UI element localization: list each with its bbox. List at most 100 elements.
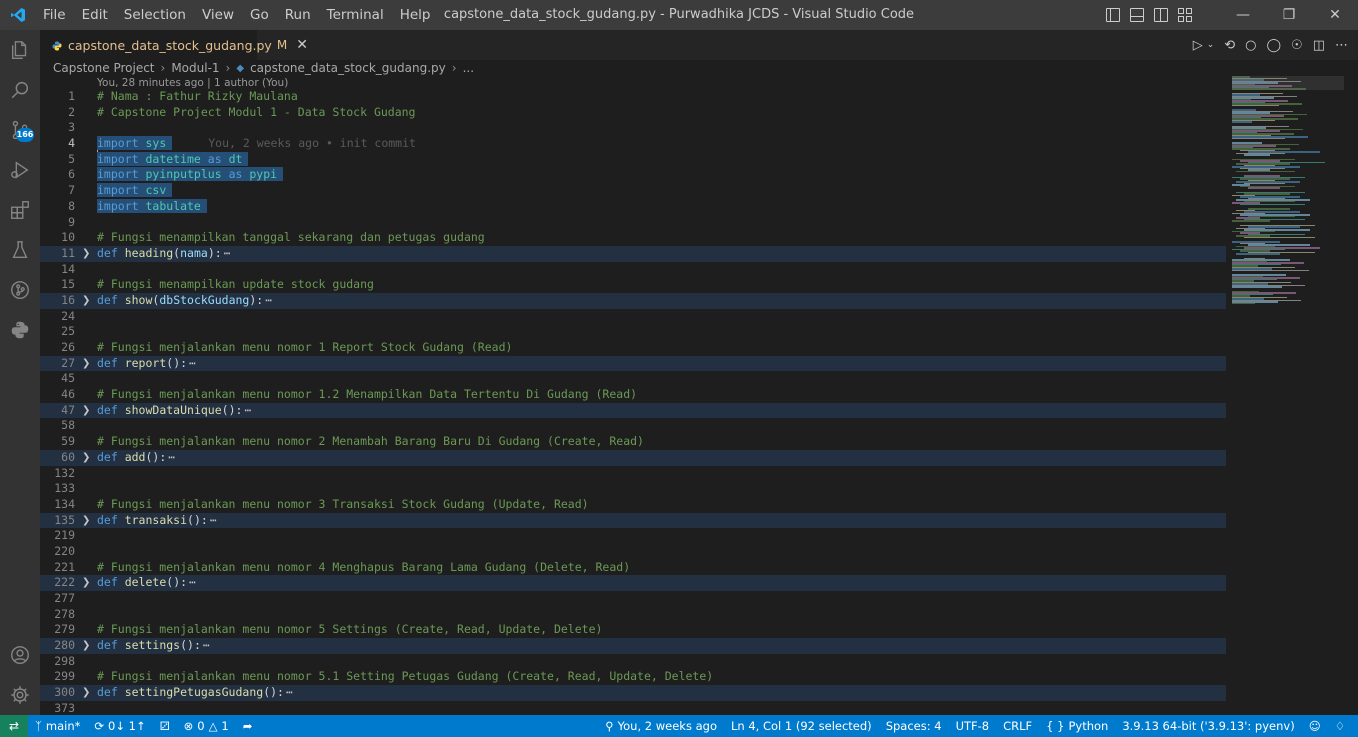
next-change-icon[interactable]: ◯ [1266, 38, 1281, 53]
fold-chevron-icon[interactable]: ❯ [82, 403, 90, 419]
previous-change-icon[interactable]: ○ [1245, 38, 1256, 53]
code-line[interactable]: 10 # Fungsi menampilkan tanggal sekarang … [40, 230, 1226, 246]
code-line[interactable]: 59 # Fungsi menjalankan menu nomor 2 Mena… [40, 434, 1226, 450]
more-actions-icon[interactable]: ⋯ [1335, 38, 1348, 53]
code-line[interactable]: 11 ❯ def heading(nama): ⋯ [40, 245, 1226, 262]
menu-run[interactable]: Run [277, 0, 319, 30]
code-editor[interactable]: 1 # Nama : Fathur Rizky Maulana 2 # Capston… [40, 89, 1226, 717]
settings-gear-icon[interactable] [0, 675, 40, 715]
explorer-icon[interactable] [0, 30, 40, 70]
code-line[interactable]: 298 [40, 654, 1226, 670]
problems-indicator[interactable]: ⊗ 0 △ 1 [177, 719, 236, 733]
open-changes-icon[interactable]: ⟲ [1224, 38, 1235, 53]
code-line[interactable]: 278 [40, 607, 1226, 623]
code-line[interactable]: 1 # Nama : Fathur Rizky Maulana [40, 89, 1226, 105]
breadcrumb-item[interactable]: Modul-1 [171, 61, 219, 75]
branch-indicator[interactable]: ᛉ main* [28, 719, 87, 733]
git-graph-icon[interactable] [0, 270, 40, 310]
code-line[interactable]: 7 import csv [40, 183, 1226, 199]
menu-edit[interactable]: Edit [74, 0, 116, 30]
toggle-secondary-sidebar-icon[interactable] [1154, 8, 1168, 22]
editor-scrollbar[interactable] [1344, 60, 1358, 715]
menu-terminal[interactable]: Terminal [319, 0, 392, 30]
code-line[interactable]: 27 ❯ def report(): ⋯ [40, 355, 1226, 372]
code-line[interactable]: 9 [40, 215, 1226, 231]
code-line[interactable]: 46 # Fungsi menjalankan menu nomor 1.2 Me… [40, 387, 1226, 403]
restore-button[interactable]: ❐ [1266, 0, 1312, 30]
fold-chevron-icon[interactable]: ❯ [82, 293, 90, 309]
feedback-icon[interactable]: ☺ [1302, 719, 1328, 733]
python-interpreter[interactable]: 3.9.13 64-bit ('3.9.13': pyenv) [1115, 719, 1301, 733]
breadcrumb-item[interactable]: ... [463, 61, 474, 75]
breadcrumb-item[interactable]: Capstone Project [53, 61, 155, 75]
search-icon[interactable] [0, 70, 40, 110]
menu-selection[interactable]: Selection [116, 0, 194, 30]
breadcrumb-item[interactable]: capstone_data_stock_gudang.py [250, 61, 446, 75]
run-python-file-icon[interactable]: ▷ [1193, 38, 1203, 53]
code-line[interactable]: 2 # Capstone Project Modul 1 - Data Stock… [40, 105, 1226, 121]
code-line[interactable]: 8 import tabulate [40, 198, 1226, 215]
cursor-position[interactable]: Ln 4, Col 1 (92 selected) [724, 719, 879, 733]
code-line[interactable]: 133 [40, 481, 1226, 497]
toggle-primary-sidebar-icon[interactable] [1106, 8, 1120, 22]
fold-chevron-icon[interactable]: ❯ [82, 575, 90, 591]
fold-chevron-icon[interactable]: ❯ [82, 450, 90, 466]
menu-view[interactable]: View [194, 0, 242, 30]
code-line[interactable]: 300 ❯ def settingPetugasGudang(): ⋯ [40, 685, 1226, 701]
code-line[interactable]: 220 [40, 544, 1226, 560]
editor-tab[interactable]: capstone_data_stock_gudang.py M ✕ [40, 30, 308, 60]
end-of-line[interactable]: CRLF [996, 719, 1039, 733]
fold-chevron-icon[interactable]: ❯ [82, 685, 90, 701]
run-debug-icon[interactable] [0, 150, 40, 190]
fold-chevron-icon[interactable]: ❯ [82, 638, 90, 654]
git-graph-status[interactable]: ⚂ [153, 719, 177, 733]
code-line[interactable]: 221 # Fungsi menjalankan menu nomor 4 Men… [40, 560, 1226, 576]
code-line[interactable]: 299 # Fungsi menjalankan menu nomor 5.1 S… [40, 669, 1226, 685]
extensions-icon[interactable] [0, 190, 40, 230]
indentation[interactable]: Spaces: 4 [879, 719, 949, 733]
encoding[interactable]: UTF-8 [949, 719, 997, 733]
code-line[interactable]: 6 import pyinputplus as pypi [40, 167, 1226, 183]
minimize-button[interactable]: — [1220, 0, 1266, 30]
split-editor-icon[interactable]: ◫ [1313, 38, 1325, 53]
toggle-panel-icon[interactable] [1130, 8, 1144, 22]
customize-layout-icon[interactable] [1178, 8, 1192, 22]
close-window-button[interactable]: ✕ [1312, 0, 1358, 30]
code-line[interactable]: 134 # Fungsi menjalankan menu nomor 3 Tra… [40, 497, 1226, 513]
sync-indicator[interactable]: ⟳ 0↓ 1↑ [87, 719, 152, 733]
code-line[interactable]: 45 [40, 371, 1226, 387]
fold-chevron-icon[interactable]: ❯ [82, 246, 90, 262]
run-dropdown-chevron-icon[interactable]: ⌄ [1207, 40, 1215, 50]
remote-indicator-icon[interactable]: ⇄ [0, 715, 28, 737]
codelens-authors[interactable]: You, 28 minutes ago | 1 author (You) [97, 77, 288, 89]
language-mode[interactable]: { } Python [1039, 719, 1115, 733]
code-line[interactable]: 4 import sys You, 2 weeks ago • init commi… [40, 136, 1226, 152]
code-line[interactable]: 26 # Fungsi menjalankan menu nomor 1 Repo… [40, 340, 1226, 356]
code-line[interactable]: 277 [40, 591, 1226, 607]
close-tab-icon[interactable]: ✕ [296, 37, 308, 53]
account-icon[interactable] [0, 635, 40, 675]
code-line[interactable]: 135 ❯ def transaksi(): ⋯ [40, 512, 1226, 529]
code-line[interactable]: 16 ❯ def show(dbStockGudang): ⋯ [40, 292, 1226, 309]
code-line[interactable]: 5 import datetime as dt [40, 151, 1226, 168]
testing-icon[interactable] [0, 230, 40, 270]
code-line[interactable]: 24 [40, 309, 1226, 325]
blame-status[interactable]: ⚲ You, 2 weeks ago [598, 719, 724, 733]
code-line[interactable]: 3 [40, 120, 1226, 136]
code-line[interactable]: 58 [40, 418, 1226, 434]
fold-chevron-icon[interactable]: ❯ [82, 513, 90, 529]
python-icon[interactable] [0, 310, 40, 350]
minimap-viewport-slider[interactable] [1232, 76, 1344, 90]
code-line[interactable]: 132 [40, 466, 1226, 482]
menu-help[interactable]: Help [392, 0, 439, 30]
notifications-bell-icon[interactable]: ♢ [1328, 719, 1352, 733]
code-line[interactable]: 25 [40, 324, 1226, 340]
code-line[interactable]: 15 # Fungsi menampilkan update stock guda… [40, 277, 1226, 293]
code-line[interactable]: 60 ❯ def add(): ⋯ [40, 449, 1226, 466]
live-share-icon[interactable]: ➦ [236, 719, 260, 733]
code-line[interactable]: 14 [40, 262, 1226, 278]
code-line[interactable]: 219 [40, 528, 1226, 544]
code-line[interactable]: 280 ❯ def settings(): ⋯ [40, 638, 1226, 654]
code-line[interactable]: 222 ❯ def delete(): ⋯ [40, 575, 1226, 591]
code-line[interactable]: 47 ❯ def showDataUnique(): ⋯ [40, 402, 1226, 419]
